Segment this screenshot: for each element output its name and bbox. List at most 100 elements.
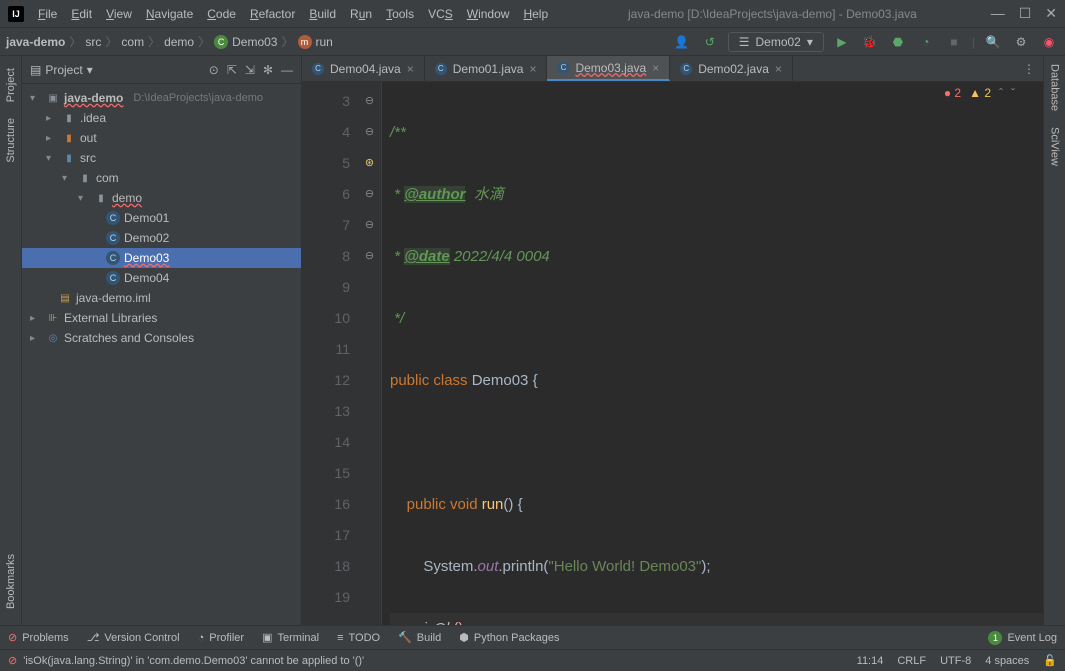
menu-edit[interactable]: Edit [65, 5, 98, 23]
collapse-all-icon[interactable]: ⇲ [245, 63, 255, 77]
menu-tools[interactable]: Tools [380, 5, 420, 23]
tree-scratches[interactable]: ▸◎Scratches and Consoles [22, 328, 301, 348]
tree-demo01[interactable]: CDemo01 [22, 208, 301, 228]
editor-tabs: CDemo04.java× CDemo01.java× CDemo03.java… [302, 56, 1043, 82]
project-panel: ▤ Project ▾ ⊙ ⇱ ⇲ ✻ — ▾▣java-demoD:\Idea… [22, 56, 302, 625]
debug-icon[interactable]: 🐞 [860, 32, 880, 52]
menu-file[interactable]: File [32, 5, 63, 23]
search-icon[interactable]: 🔍 [983, 32, 1003, 52]
tree-src[interactable]: ▾▮src [22, 148, 301, 168]
menu-bar: File Edit View Navigate Code Refactor Bu… [32, 5, 554, 23]
close-icon[interactable]: ✕ [1045, 5, 1057, 22]
tool-todo[interactable]: ≡TODO [337, 632, 380, 644]
breadcrumb: java-demo 〉 src 〉 com 〉 demo 〉 CDemo03 〉… [6, 33, 333, 50]
menu-refactor[interactable]: Refactor [244, 5, 301, 23]
settings-icon[interactable]: ⚙ [1011, 32, 1031, 52]
tree-ext-libs[interactable]: ▸⊪External Libraries [22, 308, 301, 328]
run-config-icon: ☰ [739, 35, 750, 49]
tree-demo[interactable]: ▾▮demo [22, 188, 301, 208]
menu-window[interactable]: Window [461, 5, 516, 23]
tool-vcs[interactable]: ⎇Version Control [87, 631, 180, 644]
panel-title[interactable]: ▤ Project ▾ [30, 63, 93, 77]
tree-root[interactable]: ▾▣java-demoD:\IdeaProjects\java-demo [22, 88, 301, 108]
status-bar: ⊘ 'isOk(java.lang.String)' in 'com.demo.… [0, 649, 1065, 671]
minimize-icon[interactable]: — [991, 5, 1005, 22]
window-title: java-demo [D:\IdeaProjects\java-demo] - … [554, 7, 991, 21]
menu-help[interactable]: Help [517, 5, 554, 23]
crumb-class[interactable]: CDemo03 [214, 35, 277, 49]
status-indent[interactable]: 4 spaces [985, 655, 1029, 667]
tool-event-log[interactable]: 1Event Log [988, 631, 1057, 645]
project-tree: ▾▣java-demoD:\IdeaProjects\java-demo ▸▮.… [22, 84, 301, 625]
gear-icon[interactable]: ✻ [263, 63, 273, 77]
tree-com[interactable]: ▾▮com [22, 168, 301, 188]
tab-demo03[interactable]: CDemo03.java× [547, 56, 670, 81]
tab-database[interactable]: Database [1047, 56, 1063, 119]
status-encoding[interactable]: UTF-8 [940, 655, 971, 667]
app-icon: IJ [8, 6, 24, 22]
gutter-marks: ⊖⊖⊛⊖⊖⊖ [358, 82, 382, 625]
crumb-com[interactable]: com [121, 35, 144, 49]
tab-sciview[interactable]: SciView [1047, 119, 1063, 174]
tab-demo02[interactable]: CDemo02.java× [670, 56, 793, 81]
status-line-sep[interactable]: CRLF [897, 655, 926, 667]
stop-icon[interactable]: ■ [944, 32, 964, 52]
code-editor[interactable]: /** * @author 水滴 * @date 2022/4/4 0004 *… [382, 82, 1043, 625]
menu-navigate[interactable]: Navigate [140, 5, 199, 23]
left-tool-strip: Project Structure Bookmarks [0, 56, 22, 625]
tool-build[interactable]: 🔨Build [398, 631, 441, 644]
status-caret-pos[interactable]: 11:14 [857, 655, 884, 667]
coverage-icon[interactable]: ⬣ [888, 32, 908, 52]
tool-python[interactable]: ⬢Python Packages [459, 631, 559, 644]
expand-all-icon[interactable]: ⇱ [227, 63, 237, 77]
project-select-icon: ▤ [30, 63, 41, 77]
line-number-gutter: 345678910111213141516171819 [302, 82, 358, 625]
lock-icon[interactable]: 🔓 [1043, 654, 1057, 667]
title-bar: IJ File Edit View Navigate Code Refactor… [0, 0, 1065, 28]
close-icon[interactable]: × [529, 62, 536, 76]
menu-run[interactable]: Run [344, 5, 378, 23]
menu-view[interactable]: View [100, 5, 138, 23]
run-config-label: Demo02 [755, 35, 800, 49]
tool-terminal[interactable]: ▣Terminal [262, 631, 319, 644]
close-icon[interactable]: × [652, 61, 659, 75]
maximize-icon[interactable]: ☐ [1019, 5, 1032, 22]
close-icon[interactable]: × [407, 62, 414, 76]
nav-bar: java-demo 〉 src 〉 com 〉 demo 〉 CDemo03 〉… [0, 28, 1065, 56]
tree-demo03[interactable]: CDemo03 [22, 248, 301, 268]
plugins-icon[interactable]: ◉ [1039, 32, 1059, 52]
tree-demo02[interactable]: CDemo02 [22, 228, 301, 248]
add-user-icon[interactable]: 👤 [672, 32, 692, 52]
chevron-down-icon: ▾ [87, 63, 93, 77]
tab-demo04[interactable]: CDemo04.java× [302, 56, 425, 81]
crumb-src[interactable]: src [85, 35, 101, 49]
profile-icon[interactable]: ◔ [916, 32, 936, 52]
menu-vcs[interactable]: VCS [422, 5, 459, 23]
tool-problems[interactable]: ⊘Problems [8, 631, 69, 644]
menu-build[interactable]: Build [303, 5, 342, 23]
run-icon[interactable]: ▶ [832, 32, 852, 52]
status-message: 'isOk(java.lang.String)' in 'com.demo.De… [23, 655, 364, 667]
tab-bookmarks[interactable]: Bookmarks [3, 546, 19, 617]
crumb-project[interactable]: java-demo [6, 35, 65, 49]
tree-demo04[interactable]: CDemo04 [22, 268, 301, 288]
bottom-toolbar: ⊘Problems ⎇Version Control ◔Profiler ▣Te… [0, 625, 1065, 649]
menu-code[interactable]: Code [201, 5, 242, 23]
editor-area: CDemo04.java× CDemo01.java× CDemo03.java… [302, 56, 1043, 625]
crumb-demo[interactable]: demo [164, 35, 194, 49]
tab-structure[interactable]: Structure [3, 110, 19, 171]
crumb-method[interactable]: mrun [298, 35, 333, 49]
tab-demo01[interactable]: CDemo01.java× [425, 56, 548, 81]
hide-panel-icon[interactable]: — [281, 63, 293, 77]
tabs-more-icon[interactable]: ⋮ [1015, 56, 1043, 81]
select-opened-icon[interactable]: ⊙ [209, 63, 219, 77]
tree-out[interactable]: ▸▮out [22, 128, 301, 148]
sync-icon[interactable]: ↺ [700, 32, 720, 52]
run-config-selector[interactable]: ☰ Demo02 ▾ [728, 32, 824, 52]
close-icon[interactable]: × [775, 62, 782, 76]
tree-iml[interactable]: ▤java-demo.iml [22, 288, 301, 308]
tree-idea[interactable]: ▸▮.idea [22, 108, 301, 128]
tab-project[interactable]: Project [3, 60, 19, 110]
tool-profiler[interactable]: ◔Profiler [198, 632, 245, 644]
right-tool-strip: Database SciView [1043, 56, 1065, 625]
